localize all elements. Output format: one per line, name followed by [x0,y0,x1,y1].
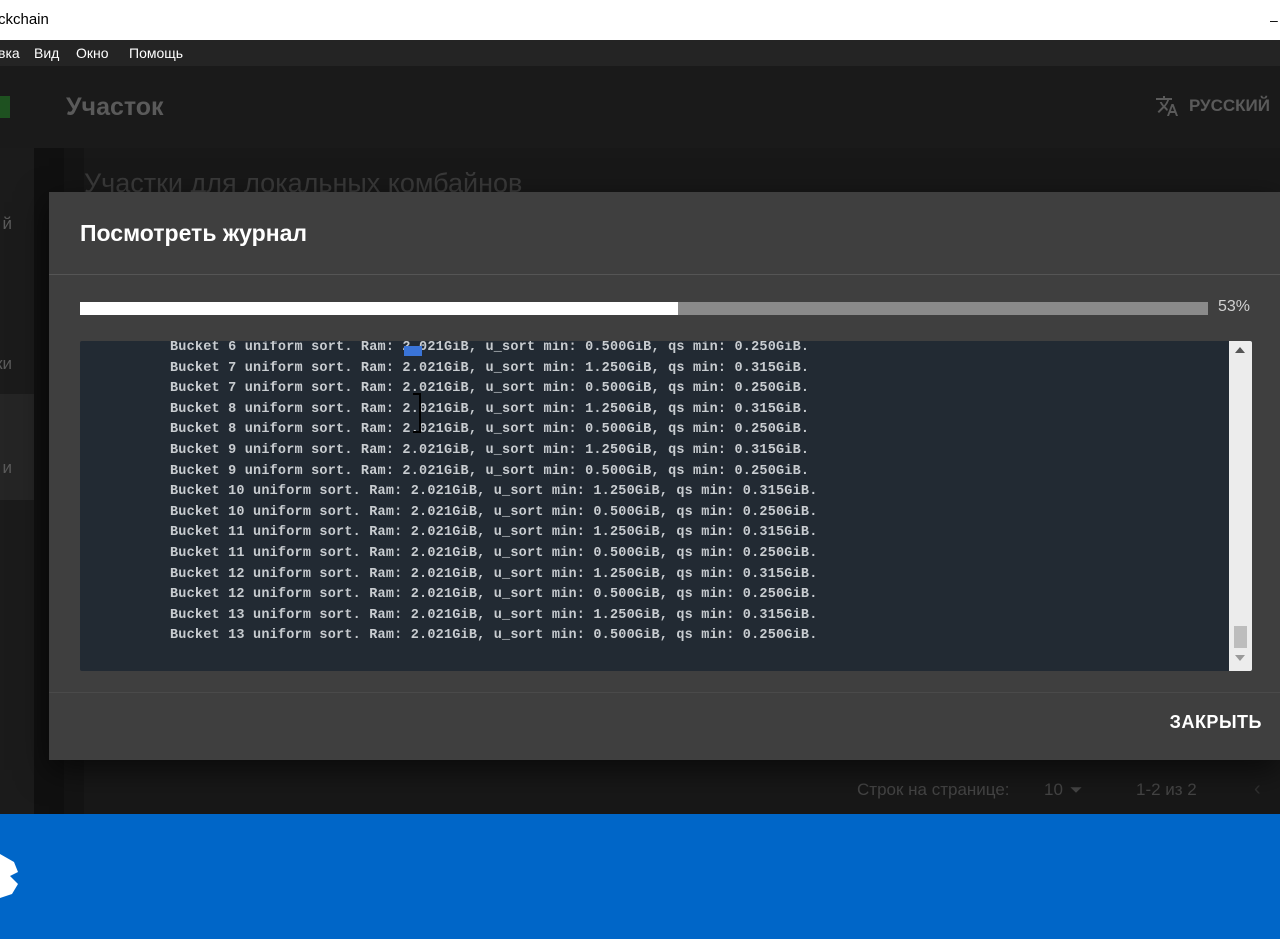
log-line: Bucket 8 uniform sort. Ram: 2.021GiB, u_… [170,422,810,438]
log-lines: Bucket 6 uniform sort. Ram: 2.021GiB, u_… [170,341,818,650]
progress-bar [80,302,1208,315]
close-button[interactable]: ЗАКРЫТЬ [1170,712,1262,733]
log-line: Bucket 9 uniform sort. Ram: 2.021GiB, u_… [170,442,810,458]
text-cursor-icon [413,393,421,433]
log-line: Bucket 11 uniform sort. Ram: 2.021GiB, u… [170,545,818,561]
log-line: Bucket 6 uniform sort. Ram: 2.021GiB, u_… [170,341,810,355]
log-line: Bucket 12 uniform sort. Ram: 2.021GiB, u… [170,566,818,582]
text-selection [404,346,422,356]
progress-percent: 53% [1218,298,1251,315]
menu-item-help[interactable]: Помощь [129,45,183,61]
menu-item-edit[interactable]: вка [0,45,20,61]
log-line: Bucket 8 uniform sort. Ram: 2.021GiB, u_… [170,401,810,417]
log-line: Bucket 7 uniform sort. Ram: 2.021GiB, u_… [170,381,810,397]
scroll-down-arrow-icon[interactable] [1235,655,1245,661]
minimize-button[interactable]: – [1270,0,1280,40]
divider [49,692,1280,693]
scrollbar-thumb[interactable] [1234,626,1247,648]
log-line: Bucket 13 uniform sort. Ram: 2.021GiB, u… [170,628,818,644]
log-output[interactable]: Bucket 6 uniform sort. Ram: 2.021GiB, u_… [80,341,1252,671]
app-icon[interactable] [0,854,18,898]
log-line: Bucket 7 uniform sort. Ram: 2.021GiB, u_… [170,360,810,376]
log-scrollbar[interactable] [1229,341,1252,671]
divider [49,274,1280,275]
menu-item-window[interactable]: Окно [76,45,109,61]
log-line: Bucket 11 uniform sort. Ram: 2.021GiB, u… [170,525,818,541]
log-line: Bucket 13 uniform sort. Ram: 2.021GiB, u… [170,607,818,623]
log-line: Bucket 9 uniform sort. Ram: 2.021GiB, u_… [170,463,810,479]
window-title-bar: ckchain – [0,0,1280,40]
menu-bar: вка Вид Окно Помощь [0,40,1280,66]
scroll-up-arrow-icon[interactable] [1235,347,1245,353]
taskbar [0,814,1280,939]
log-line: Bucket 10 uniform sort. Ram: 2.021GiB, u… [170,484,818,500]
progress-fill [80,302,678,315]
window-title: ckchain [0,11,49,28]
log-line: Bucket 10 uniform sort. Ram: 2.021GiB, u… [170,504,818,520]
view-log-dialog: Посмотреть журнал 53% Bucket 6 uniform s… [49,192,1280,760]
log-line: Bucket 12 uniform sort. Ram: 2.021GiB, u… [170,587,818,603]
dialog-title: Посмотреть журнал [80,220,307,246]
menu-item-view[interactable]: Вид [34,45,59,61]
